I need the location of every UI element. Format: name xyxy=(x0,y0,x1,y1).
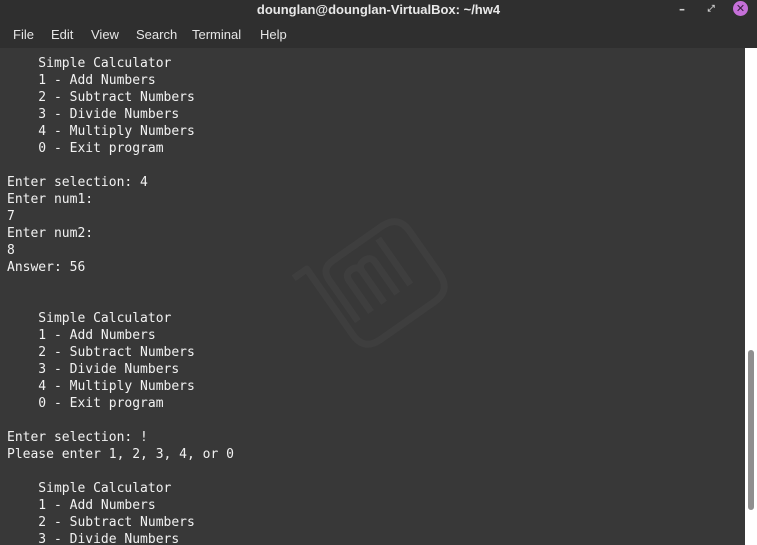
terminal-text: Simple Calculator 1 - Add Numbers 2 - Su… xyxy=(7,55,234,545)
terminal-line: 2 - Subtract Numbers xyxy=(7,90,195,105)
window-title: dounglan@dounglan-VirtualBox: ~/hw4 xyxy=(256,2,501,17)
menu-view[interactable]: View xyxy=(91,27,119,42)
terminal-line: 3 - Divide Numbers xyxy=(7,362,180,377)
terminal-line: Enter selection: 4 xyxy=(7,175,148,190)
menu-bar: File Edit View Search Terminal Help xyxy=(0,20,757,48)
terminal-line: 0 - Exit program xyxy=(7,141,164,156)
menu-search[interactable]: Search xyxy=(136,27,177,42)
linux-mint-logo-icon xyxy=(292,218,448,348)
terminal-line: 2 - Subtract Numbers xyxy=(7,345,195,360)
terminal-line: 1 - Add Numbers xyxy=(7,498,156,513)
maximize-button[interactable]: ⤢ xyxy=(703,1,719,17)
menu-help[interactable]: Help xyxy=(260,27,287,42)
terminal-line: Simple Calculator xyxy=(7,481,172,496)
terminal-window: dounglan@dounglan-VirtualBox: ~/hw4 – ⤢ … xyxy=(0,0,757,545)
terminal-line: 8 xyxy=(7,243,15,258)
terminal-line: Enter num2: xyxy=(7,226,94,241)
terminal-line: Enter num1: xyxy=(7,192,94,207)
terminal-line: 7 xyxy=(7,209,15,224)
title-bar[interactable]: dounglan@dounglan-VirtualBox: ~/hw4 – ⤢ … xyxy=(0,0,757,20)
terminal-line: 0 - Exit program xyxy=(7,396,164,411)
terminal-line: 1 - Add Numbers xyxy=(7,73,156,88)
terminal-line: Simple Calculator xyxy=(7,311,172,326)
menu-edit[interactable]: Edit xyxy=(51,27,73,42)
terminal-output-area[interactable]: Simple Calculator 1 - Add Numbers 2 - Su… xyxy=(0,48,745,545)
terminal-line: Enter selection: ! xyxy=(7,430,148,445)
terminal-line: Answer: 56 xyxy=(7,260,86,275)
terminal-line: Simple Calculator xyxy=(7,56,172,71)
terminal-line: 3 - Divide Numbers xyxy=(7,532,180,545)
terminal-line: 4 - Multiply Numbers xyxy=(7,379,195,394)
scrollbar-thumb[interactable] xyxy=(748,350,754,510)
close-button[interactable]: ✕ xyxy=(733,1,748,16)
terminal-line: 3 - Divide Numbers xyxy=(7,107,180,122)
menu-terminal[interactable]: Terminal xyxy=(192,27,241,42)
menu-file[interactable]: File xyxy=(13,27,34,42)
terminal-line: 1 - Add Numbers xyxy=(7,328,156,343)
terminal-line: 2 - Subtract Numbers xyxy=(7,515,195,530)
terminal-line: Please enter 1, 2, 3, 4, or 0 xyxy=(7,447,234,462)
minimize-button[interactable]: – xyxy=(674,1,690,17)
vertical-scrollbar[interactable] xyxy=(745,48,757,545)
terminal-line: 4 - Multiply Numbers xyxy=(7,124,195,139)
